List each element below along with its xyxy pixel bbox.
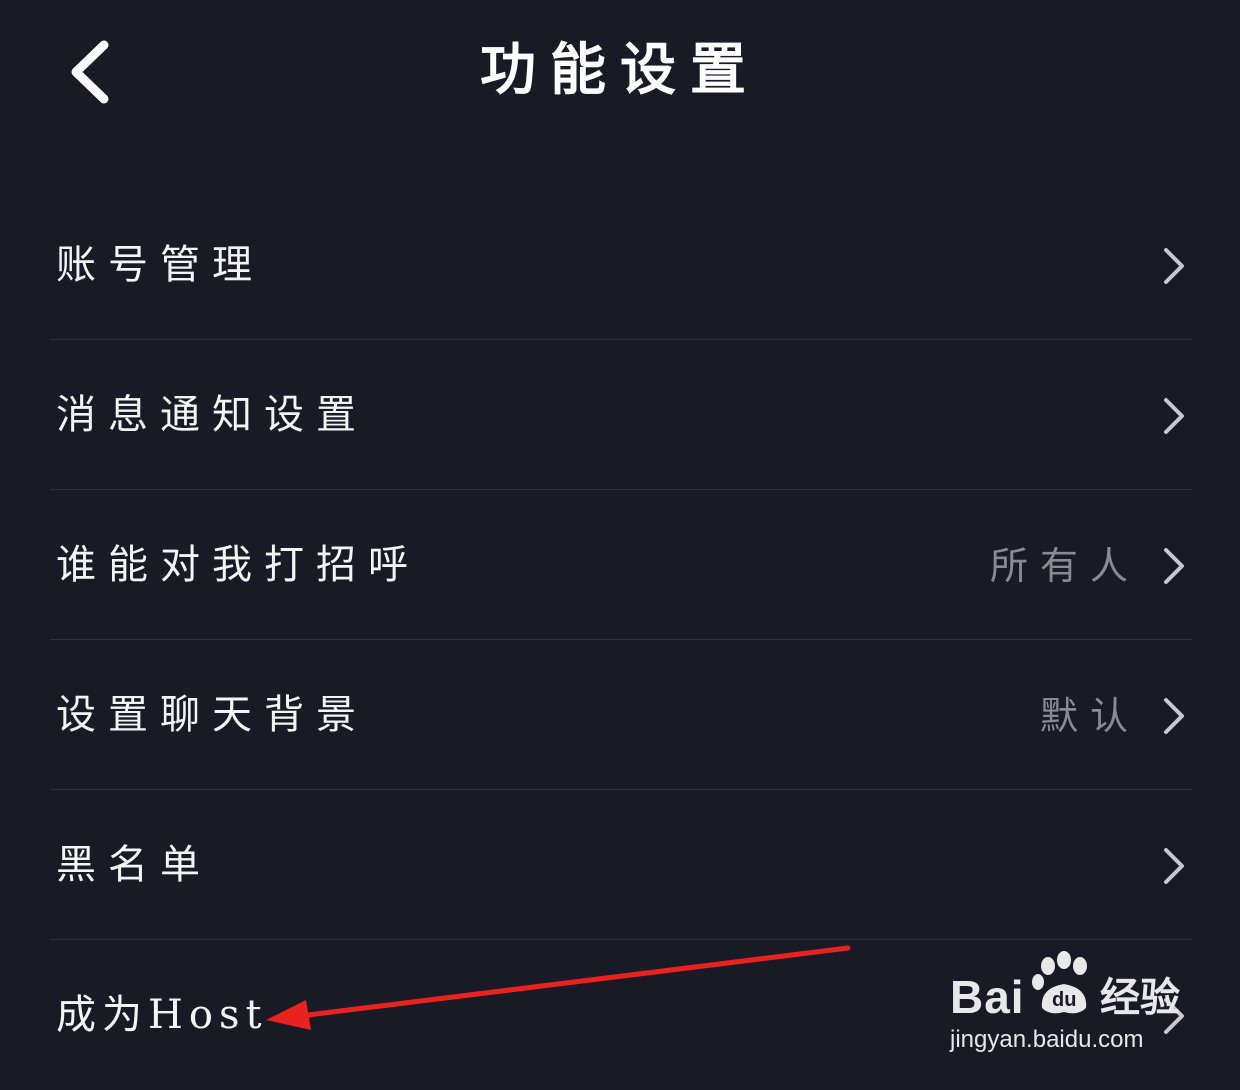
settings-item-label: 消息通知设置 [56,392,368,438]
top-bar: 功能设置 [0,0,1240,140]
chevron-right-icon [1162,696,1186,736]
settings-item-label: 谁能对我打招呼 [56,542,420,588]
settings-item-who-can-greet[interactable]: 谁能对我打招呼 所有人 [0,490,1240,640]
settings-item-become-host[interactable]: 成为Host [0,940,1240,1090]
settings-item-label: 设置聊天背景 [56,692,368,738]
settings-item-label: 成为Host [56,992,268,1038]
chevron-right-icon [1162,246,1186,286]
settings-item-blacklist[interactable]: 黑名单 [0,790,1240,940]
chevron-right-icon [1162,846,1186,886]
settings-item-notification-settings[interactable]: 消息通知设置 [0,340,1240,490]
chevron-right-icon [1162,396,1186,436]
settings-item-label: 黑名单 [56,842,212,888]
settings-item-account-management[interactable]: 账号管理 [0,190,1240,340]
settings-item-value: 默认 [1039,694,1140,738]
settings-item-chat-background[interactable]: 设置聊天背景 默认 [0,640,1240,790]
settings-item-value: 所有人 [989,544,1140,588]
page-title: 功能设置 [480,37,760,103]
chevron-right-icon [1162,546,1186,586]
settings-list: 账号管理 消息通知设置 谁能对我打招呼 所有人 设置聊天背景 默认 黑名单 成为… [0,190,1240,1090]
settings-item-label: 账号管理 [56,242,264,288]
chevron-right-icon [1162,996,1186,1036]
